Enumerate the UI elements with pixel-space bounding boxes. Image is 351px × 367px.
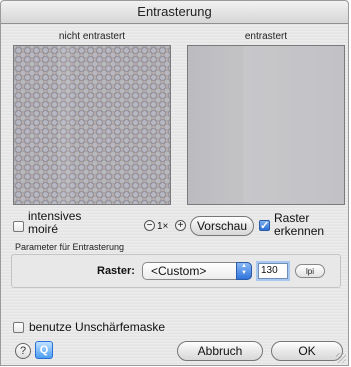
raster-select-value: <Custom>: [151, 264, 207, 278]
detect-screen-label-line2: erkennen: [274, 224, 325, 238]
screen-frequency-input[interactable]: 130: [258, 263, 288, 279]
raster-select[interactable]: <Custom> ▲ ▼: [142, 262, 252, 280]
preview-stripe: [58, 46, 72, 204]
zoom-in-icon[interactable]: +: [175, 220, 186, 231]
descreened-preview-caption: entrastert: [244, 31, 288, 42]
info-icon[interactable]: Q: [35, 341, 53, 359]
original-preview-image[interactable]: [13, 45, 171, 205]
help-icon[interactable]: ?: [15, 343, 31, 359]
preview-button[interactable]: Vorschau: [190, 216, 254, 236]
unsharp-mask-checkbox[interactable]: [13, 322, 24, 333]
window-title: Entrasterung: [1, 1, 348, 24]
descreen-dialog: Entrasterung nicht entrastert entrastert…: [0, 0, 349, 366]
parameters-group-label: Parameter für Entrasterung: [15, 242, 125, 252]
cancel-button[interactable]: Abbruch: [177, 341, 263, 361]
unsharp-mask-label: benutze Unschärfemaske: [29, 320, 166, 334]
unit-lpi-button[interactable]: lpi: [295, 264, 325, 278]
up-down-arrows-icon: ▲ ▼: [236, 262, 252, 280]
original-preview-caption: nicht entrastert: [58, 31, 126, 42]
intensive-moire-label-line2: moiré: [28, 222, 59, 236]
intensive-moire-checkbox[interactable]: [13, 221, 24, 232]
descreened-preview-image[interactable]: [187, 45, 345, 205]
detect-screen-checkbox[interactable]: ✓: [259, 220, 270, 232]
resize-grip-icon[interactable]: [336, 353, 346, 363]
raster-label: Raster:: [97, 265, 135, 277]
ok-button[interactable]: OK: [271, 341, 343, 361]
zoom-out-icon[interactable]: −: [144, 220, 155, 231]
zoom-level: 1×: [157, 221, 169, 232]
